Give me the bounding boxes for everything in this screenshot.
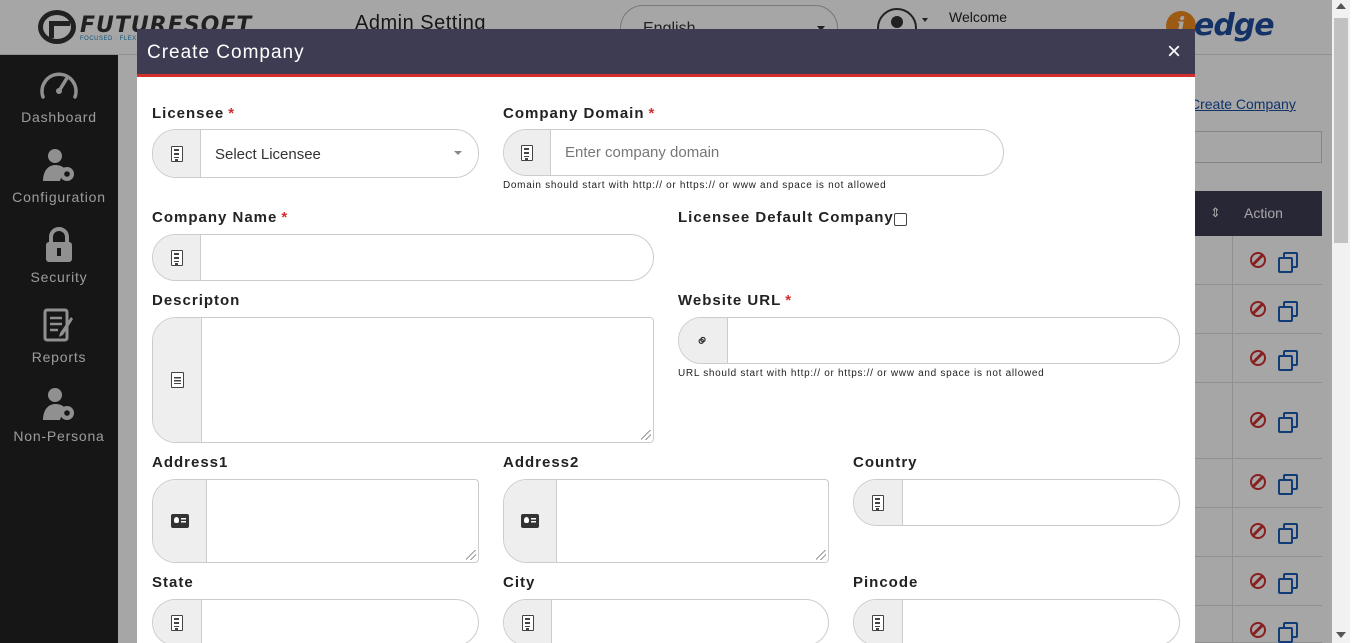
- scrollbar-thumb[interactable]: [1334, 18, 1348, 243]
- pincode-label: Pincode: [853, 574, 919, 591]
- company-name-field[interactable]: [152, 234, 654, 281]
- website-url-field[interactable]: ⚭: [678, 317, 1180, 364]
- link-icon: ⚭: [692, 330, 715, 352]
- company-domain-label-text: Company Domain: [503, 105, 645, 122]
- pincode-addon: [854, 600, 903, 643]
- create-company-modal: Create Company × Licensee * Select Licens…: [137, 29, 1195, 643]
- company-name-input[interactable]: [201, 235, 653, 280]
- state-label: State: [152, 574, 194, 591]
- address2-textarea[interactable]: [557, 480, 828, 562]
- website-url-hint: URL should start with http:// or https:/…: [678, 368, 1045, 379]
- required-marker: *: [785, 292, 793, 309]
- country-input[interactable]: [903, 480, 1179, 525]
- website-url-label-text: Website URL: [678, 292, 782, 309]
- required-marker: *: [281, 209, 289, 226]
- description-addon: [153, 318, 202, 442]
- document-icon: [170, 372, 184, 388]
- country-field[interactable]: [853, 479, 1180, 526]
- licensee-label-text: Licensee: [152, 105, 225, 122]
- description-label: Descripton: [152, 292, 241, 309]
- address1-textarea[interactable]: [207, 480, 478, 562]
- modal-header: Create Company ×: [137, 29, 1195, 77]
- resize-handle-icon[interactable]: [466, 550, 476, 560]
- address1-addon: [153, 480, 207, 562]
- licensee-default-label: Licensee Default Company: [678, 209, 894, 226]
- website-url-input[interactable]: [728, 318, 1179, 363]
- building-icon: [521, 144, 533, 161]
- company-domain-field[interactable]: [503, 129, 1004, 176]
- city-label: City: [503, 574, 536, 591]
- company-domain-addon: [504, 130, 551, 175]
- building-icon: [872, 614, 884, 631]
- scroll-up-arrow-icon[interactable]: [1336, 3, 1346, 9]
- licensee-default-checkbox[interactable]: [894, 213, 907, 226]
- company-name-addon: [153, 235, 201, 280]
- website-url-label: Website URL *: [678, 292, 792, 309]
- address2-field[interactable]: [503, 479, 829, 563]
- country-addon: [854, 480, 903, 525]
- state-input[interactable]: [202, 600, 478, 643]
- state-field[interactable]: [152, 599, 479, 643]
- close-icon[interactable]: ×: [1167, 38, 1181, 66]
- address2-addon: [504, 480, 557, 562]
- pincode-field[interactable]: [853, 599, 1180, 643]
- company-name-label-text: Company Name: [152, 209, 278, 226]
- pincode-input[interactable]: [903, 600, 1179, 643]
- company-domain-hint: Domain should start with http:// or http…: [503, 180, 887, 191]
- city-addon: [504, 600, 552, 643]
- address2-label: Address2: [503, 454, 580, 471]
- state-addon: [153, 600, 202, 643]
- website-url-addon: ⚭: [679, 318, 728, 363]
- company-domain-label: Company Domain *: [503, 105, 655, 122]
- modal-title: Create Company: [147, 42, 305, 63]
- building-icon: [170, 249, 183, 266]
- resize-handle-icon[interactable]: [816, 550, 826, 560]
- company-domain-input[interactable]: [551, 130, 1003, 175]
- description-textarea[interactable]: [202, 318, 653, 442]
- country-label: Country: [853, 454, 918, 471]
- company-name-label: Company Name *: [152, 209, 288, 226]
- building-icon: [171, 614, 183, 631]
- required-marker: *: [648, 105, 656, 122]
- licensee-addon: [153, 130, 201, 177]
- address-card-icon: [170, 514, 189, 528]
- building-icon: [872, 494, 884, 511]
- chevron-down-icon: [454, 151, 462, 155]
- licensee-label: Licensee *: [152, 105, 235, 122]
- building-icon: [521, 614, 534, 631]
- licensee-select-value: Select Licensee: [215, 146, 321, 163]
- address1-label: Address1: [152, 454, 229, 471]
- city-input[interactable]: [552, 600, 828, 643]
- scroll-down-arrow-icon[interactable]: [1336, 632, 1346, 638]
- required-marker: *: [228, 105, 236, 122]
- address1-field[interactable]: [152, 479, 479, 563]
- page-scrollbar[interactable]: [1332, 0, 1350, 643]
- city-field[interactable]: [503, 599, 829, 643]
- description-field[interactable]: [152, 317, 654, 443]
- licensee-select[interactable]: Select Licensee: [152, 129, 479, 178]
- building-icon: [170, 145, 183, 162]
- resize-handle-icon[interactable]: [641, 430, 651, 440]
- address-card-icon: [521, 514, 539, 528]
